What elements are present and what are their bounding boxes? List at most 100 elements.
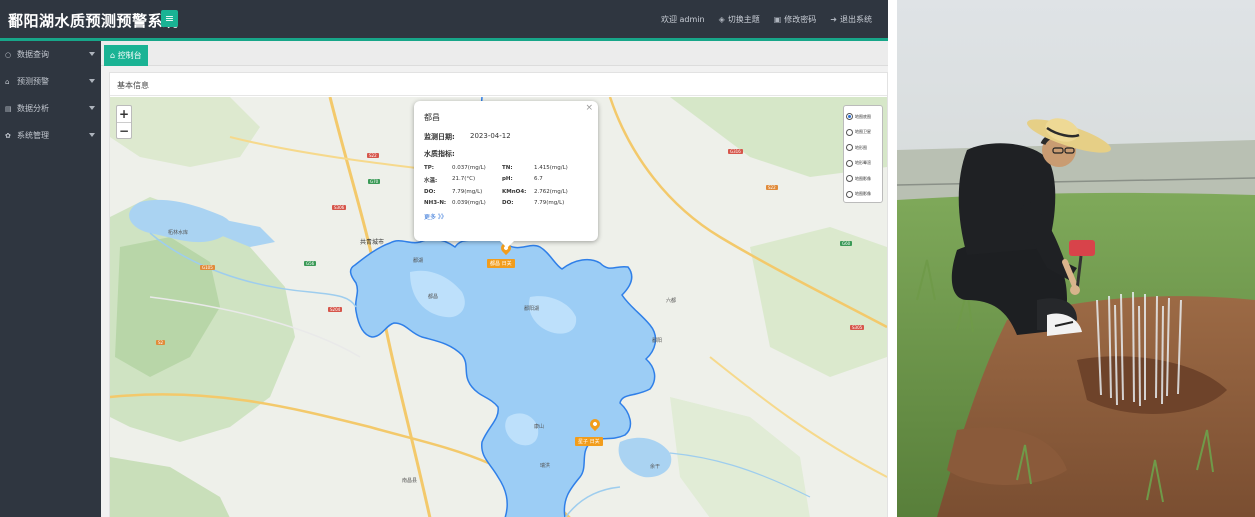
place-name: 六都 <box>666 298 677 304</box>
indicator-key: TP: <box>424 165 434 171</box>
layer-switcher: 地图底图 地图卫星 地形图 地形晕渲 地图影像 地图影像 <box>843 105 883 203</box>
road-shield: S306 <box>332 205 347 210</box>
water-quality-app: 鄱阳湖水质预测预警系统 ≡ 欢迎 admin ◈ 切换主题 ▣ 修改密码 ➜ 退出系统… <box>0 0 888 517</box>
place-name: 都昌 <box>428 294 439 300</box>
indicator-value: 7.79(mg/L) <box>452 189 483 195</box>
map-view[interactable]: 共青城市 柘林水库 鄱湖 都昌 鄱阳湖 六都 鄱阳 余干 康山 瑞洪 南昌县 湖… <box>110 97 887 517</box>
radio-icon[interactable] <box>846 190 853 198</box>
radio-icon[interactable] <box>846 128 853 136</box>
indicator-key: TN: <box>502 165 513 171</box>
zoom-out-button[interactable]: − <box>117 122 131 138</box>
tab-console[interactable]: ⌂ 控制台 <box>104 45 148 66</box>
place-name: 鄱湖 <box>413 258 424 264</box>
change-password-link[interactable]: ▣ 修改密码 <box>774 14 817 25</box>
chart-icon: ▤ <box>5 104 12 113</box>
place-name: 柘林水库 <box>168 230 189 236</box>
marker-label[interactable]: 都昌 日关 <box>487 259 515 268</box>
header-links: 欢迎 admin ◈ 切换主题 ▣ 修改密码 ➜ 退出系统 <box>661 14 872 25</box>
home-icon: ⌂ <box>110 51 118 60</box>
place-name: 康山 <box>534 424 545 430</box>
lock-icon: ▣ <box>773 15 782 24</box>
panel-title: 基本信息 <box>117 81 149 90</box>
gear-icon: ✿ <box>5 131 11 140</box>
date-label: 监测日期: <box>424 133 455 141</box>
radio-icon[interactable] <box>846 144 853 152</box>
sidebar-item-label: 预测预警 <box>17 77 49 86</box>
logout-icon: ➜ <box>830 15 837 24</box>
app-title: 鄱阳湖水质预测预警系统 <box>8 12 179 30</box>
place-name: 鄱阳 <box>652 338 663 344</box>
monitor-date-row: 监测日期: 2023-04-12 <box>424 132 588 142</box>
field-sampling-photo <box>897 0 1255 517</box>
basic-info-panel: 基本信息 共青城市 柘林水库 鄱湖 都昌 鄱阳湖 六都 鄱阳 余干 康山 瑞洪 … <box>109 72 888 517</box>
chevron-down-icon <box>89 52 95 56</box>
zoom-control: + − <box>116 105 132 139</box>
divider <box>110 95 887 96</box>
palette-icon: ◈ <box>718 15 725 24</box>
logout-link[interactable]: ➜ 退出系统 <box>830 14 872 25</box>
circle-icon: ○ <box>5 50 12 59</box>
layer-option[interactable]: 地形晕渲 <box>846 156 880 172</box>
more-link[interactable]: 更多 》》 <box>424 212 588 221</box>
layer-option[interactable]: 地形图 <box>846 140 880 156</box>
chevron-down-icon <box>89 133 95 137</box>
sidebar-item-label: 数据分析 <box>17 104 49 113</box>
indicator-value: 6.7 <box>534 176 543 182</box>
road-shield: G105 <box>200 265 215 270</box>
road-shield: G316 <box>728 149 743 154</box>
sidebar-item-forecast-warning[interactable]: ⌂ 预测预警 <box>0 68 101 95</box>
radio-selected-icon[interactable] <box>846 113 853 121</box>
indicators-label: 水质指标: <box>424 150 455 158</box>
layer-option[interactable]: 地图底图 <box>846 109 880 125</box>
sidebar-item-data-analysis[interactable]: ▤ 数据分析 <box>0 95 101 122</box>
chevron-down-icon <box>89 106 95 110</box>
indicator-key: KMnO4: <box>502 189 527 195</box>
road-shield: S22 <box>367 153 379 158</box>
layer-option[interactable]: 地图影像 <box>846 187 880 203</box>
indicator-value: 7.79(mg/L) <box>534 200 565 206</box>
indicator-key: DO: <box>502 200 514 206</box>
welcome-text: 欢迎 admin <box>660 15 705 24</box>
indicator-value: 21.7(°C) <box>452 176 476 182</box>
sidebar-item-label: 数据查询 <box>17 50 49 59</box>
indicator-value: 1.415(mg/L) <box>534 165 568 171</box>
top-header: 鄱阳湖水质预测预警系统 ≡ 欢迎 admin ◈ 切换主题 ▣ 修改密码 ➜ 退出系统 <box>0 0 888 41</box>
photo-illustration <box>897 0 1255 517</box>
hamburger-icon[interactable]: ≡ <box>161 10 178 27</box>
indicator-key: pH: <box>502 176 513 182</box>
place-name: 瑞洪 <box>540 463 551 469</box>
sidebar-item-label: 系统管理 <box>17 131 49 140</box>
layer-option[interactable]: 地图卫星 <box>846 125 880 141</box>
indicator-key: NH3-N: <box>424 200 447 206</box>
home-icon: ⌂ <box>5 77 10 86</box>
place-name: 余干 <box>650 464 661 470</box>
road-shield: G60 <box>840 241 853 246</box>
indicator-value: 2.762(mg/L) <box>534 189 568 195</box>
road-shield: S305 <box>850 325 865 330</box>
composite-figure: 鄱阳湖水质预测预警系统 ≡ 欢迎 admin ◈ 切换主题 ▣ 修改密码 ➜ 退出系统… <box>0 0 1255 517</box>
sidebar-item-data-query[interactable]: ○ 数据查询 <box>0 41 101 68</box>
radio-icon[interactable] <box>846 159 853 167</box>
road-shield: G56 <box>304 261 317 266</box>
place-name: 共青城市 <box>360 239 385 246</box>
zoom-in-button[interactable]: + <box>117 106 131 122</box>
road-shield: S2 <box>156 340 166 345</box>
road-shield: S22 <box>766 185 778 190</box>
sidebar-item-system-admin[interactable]: ✿ 系统管理 <box>0 122 101 149</box>
sidebar: ○ 数据查询 ⌂ 预测预警 ▤ 数据分析 ✿ 系统管理 <box>0 41 101 517</box>
close-icon[interactable]: × <box>585 103 593 113</box>
road-shield: S204 <box>328 307 343 312</box>
date-value: 2023-04-12 <box>470 132 511 140</box>
switch-theme-link[interactable]: ◈ 切换主题 <box>719 14 760 25</box>
place-name: 鄱阳湖 <box>524 306 540 312</box>
radio-icon[interactable] <box>846 175 853 183</box>
place-name: 南昌县 <box>402 478 418 484</box>
indicator-value: 0.039(mg/L) <box>452 200 486 206</box>
layer-option[interactable]: 地图影像 <box>846 171 880 187</box>
indicator-key: 水温: <box>424 178 438 184</box>
chevron-down-icon <box>89 79 95 83</box>
station-name: 都昌 <box>424 113 440 122</box>
road-shield: G70 <box>368 179 381 184</box>
marker-label[interactable]: 星子 日关 <box>575 437 603 446</box>
station-info-popup: × 都昌 监测日期: 2023-04-12 水质指标: TP: 0.037(mg… <box>414 101 598 248</box>
